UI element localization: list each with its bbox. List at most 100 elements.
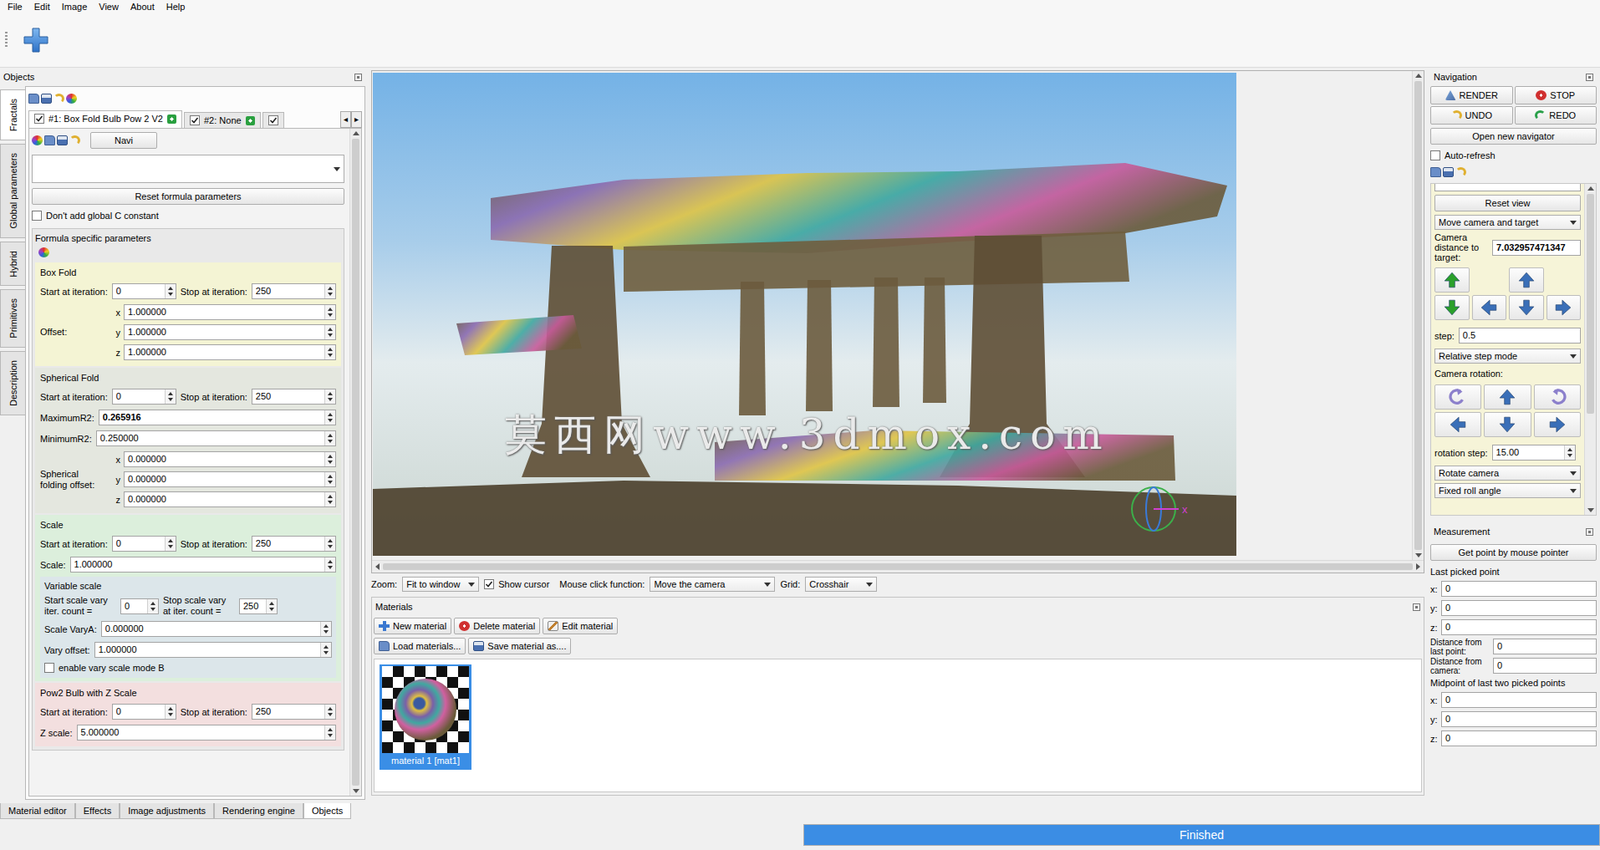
spin-down-icon[interactable] <box>327 333 333 337</box>
scroll-thumb[interactable] <box>351 138 360 786</box>
spin-buttons[interactable] <box>265 599 277 614</box>
dock-tab[interactable]: Rendering engine <box>214 803 304 820</box>
spin-buttons[interactable] <box>324 345 336 360</box>
spin-down-icon[interactable] <box>327 565 333 570</box>
spin-buttons[interactable] <box>164 704 176 719</box>
spin-buttons[interactable] <box>164 536 176 551</box>
spin-field[interactable]: 250 <box>251 703 337 720</box>
spin-up-icon[interactable] <box>327 307 333 311</box>
spin-up-icon[interactable] <box>168 707 174 711</box>
spin-up-icon[interactable] <box>327 347 333 352</box>
folder-icon[interactable] <box>44 135 56 146</box>
spin-up-icon[interactable] <box>327 494 333 499</box>
spin-down-icon[interactable] <box>327 397 333 402</box>
folder-icon[interactable] <box>1430 167 1442 178</box>
material-button[interactable]: Edit material <box>542 617 618 635</box>
spin-down-icon[interactable] <box>150 607 156 612</box>
menu-item[interactable]: File <box>1 0 29 13</box>
spin-field[interactable]: 0 <box>112 535 177 552</box>
move-button[interactable] <box>1434 295 1470 321</box>
side-tab[interactable]: Fractals <box>0 89 26 141</box>
spin-field[interactable]: 1.000000 <box>123 324 337 341</box>
side-tab[interactable]: Global parameters <box>0 143 26 239</box>
rotate-button[interactable] <box>1533 412 1581 438</box>
undo-icon[interactable] <box>1455 167 1467 178</box>
spin-down-icon[interactable] <box>323 630 329 634</box>
spin-buttons[interactable] <box>320 621 332 637</box>
go-icon[interactable] <box>167 114 177 124</box>
rotate-button[interactable] <box>1483 412 1531 438</box>
spin-up-icon[interactable] <box>168 286 174 291</box>
rotate-button[interactable] <box>1434 384 1482 410</box>
redo-button[interactable]: REDO <box>1514 106 1598 125</box>
spin-down-icon[interactable] <box>327 713 333 717</box>
coordinate-field[interactable]: 0 <box>1441 730 1597 747</box>
side-tab[interactable]: Description <box>0 351 26 416</box>
spin-down-icon[interactable] <box>327 733 333 738</box>
coordinate-field[interactable]: 0 <box>1441 600 1597 617</box>
spin-buttons[interactable] <box>324 325 336 340</box>
spin-up-icon[interactable] <box>323 645 329 649</box>
step-field[interactable]: 0.5 <box>1458 327 1581 344</box>
coordinate-field[interactable]: 0 <box>1441 619 1597 636</box>
spin-up-icon[interactable] <box>327 327 333 332</box>
checkbox[interactable] <box>31 210 42 221</box>
spin-field[interactable]: 250 <box>251 283 337 300</box>
spin-down-icon[interactable] <box>269 607 275 612</box>
scroll-up-icon[interactable] <box>1587 186 1595 191</box>
spin-down-icon[interactable] <box>168 545 174 549</box>
spin-up-icon[interactable] <box>327 707 333 711</box>
side-tab[interactable]: Hybrid <box>0 241 26 287</box>
material-button[interactable]: Save material as.... <box>468 637 571 655</box>
scroll-up-icon[interactable] <box>1415 73 1422 78</box>
spin-buttons[interactable] <box>324 536 336 551</box>
spin-buttons[interactable] <box>324 472 336 487</box>
material-button[interactable]: New material <box>373 617 452 635</box>
spin-up-icon[interactable] <box>327 392 333 396</box>
spin-down-icon[interactable] <box>323 651 329 655</box>
distance-field[interactable]: 0 <box>1492 657 1597 674</box>
spin-down-icon[interactable] <box>1567 453 1573 458</box>
dock-tab[interactable]: Objects <box>303 803 352 820</box>
spin-field[interactable]: 0.000000 <box>123 451 337 468</box>
spin-field[interactable]: 1.000000 <box>94 642 332 658</box>
save-icon[interactable] <box>40 93 52 104</box>
camera-distance-field[interactable]: 7.032957471347 <box>1492 239 1581 256</box>
fractal-render[interactable]: x莫西网www.3dmox.com <box>372 72 1237 556</box>
scroll-down-icon[interactable] <box>1415 553 1422 558</box>
add-icon[interactable] <box>22 26 50 54</box>
checkbox[interactable] <box>484 579 495 590</box>
scroll-left-icon[interactable] <box>375 563 380 571</box>
step-mode-dropdown[interactable]: Relative step mode <box>1434 348 1581 364</box>
spin-down-icon[interactable] <box>327 313 333 317</box>
menu-item[interactable]: Edit <box>28 0 57 13</box>
save-icon[interactable] <box>56 135 68 146</box>
camera-field[interactable] <box>1434 183 1581 192</box>
menu-item[interactable]: Image <box>56 0 94 13</box>
spin-field[interactable]: 0.250000 <box>96 430 337 447</box>
spin-up-icon[interactable] <box>168 392 174 396</box>
spin-buttons[interactable] <box>324 431 336 446</box>
spin-down-icon[interactable] <box>327 353 333 357</box>
spin-buttons[interactable] <box>164 389 176 404</box>
rotation-mode-dropdown[interactable]: Rotate camera <box>1434 465 1581 481</box>
spin-field[interactable]: 0 <box>112 703 177 720</box>
grid-dropdown[interactable]: Crosshair <box>805 576 877 592</box>
spin-down-icon[interactable] <box>327 439 333 444</box>
menu-item[interactable]: Help <box>160 0 192 13</box>
vary-mode-checkbox[interactable]: enable vary scale mode B <box>44 660 332 676</box>
scroll-thumb[interactable] <box>1586 193 1595 414</box>
undo-icon[interactable] <box>69 135 81 146</box>
checkbox[interactable] <box>34 113 45 124</box>
tab-scroll-button[interactable]: ▸ <box>351 111 362 128</box>
dock-tab[interactable]: Material editor <box>0 803 76 820</box>
spin-field[interactable]: 250 <box>251 388 337 405</box>
spin-up-icon[interactable] <box>150 601 156 606</box>
material-item[interactable]: material 1 [mat1] <box>379 664 472 770</box>
palette-icon[interactable] <box>38 247 50 258</box>
spin-up-icon[interactable] <box>327 474 333 479</box>
scroll-down-icon[interactable] <box>1587 508 1595 513</box>
spin-field[interactable]: 0 <box>112 388 177 405</box>
move-button[interactable] <box>1508 295 1544 321</box>
rotate-button[interactable] <box>1533 384 1581 410</box>
